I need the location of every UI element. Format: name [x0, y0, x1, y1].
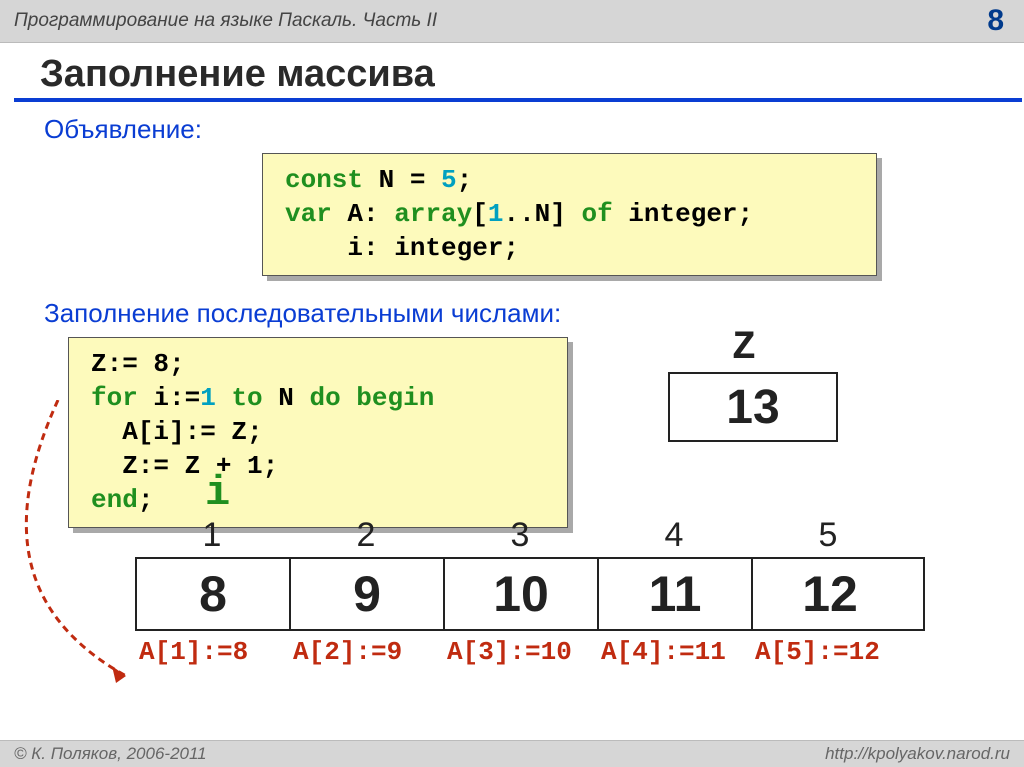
assign-4: A[4]:=11 [597, 637, 751, 667]
z-label: Z [732, 326, 756, 371]
header-title: Программирование на языке Паскаль. Часть… [14, 10, 437, 32]
footer-copyright: © К. Поляков, 2006-2011 [14, 744, 207, 764]
footer-url: http://kpolyakov.narod.ru [825, 744, 1010, 764]
val-5: 12 [753, 559, 907, 629]
idx-2: 2 [289, 516, 443, 555]
value-row: 8 9 10 11 12 [135, 557, 925, 631]
page-title: Заполнение массива [40, 53, 994, 96]
idx-5: 5 [751, 516, 905, 555]
val-4: 11 [599, 559, 753, 629]
assign-1: A[1]:=8 [135, 637, 289, 667]
z-value-box: 13 [668, 372, 838, 442]
header-bar: Программирование на языке Паскаль. Часть… [0, 0, 1024, 43]
footer-bar: © К. Поляков, 2006-2011 http://kpolyakov… [0, 740, 1024, 767]
code-declaration: const N = 5; var A: array[1..N] of integ… [262, 153, 877, 276]
idx-3: 3 [443, 516, 597, 555]
val-2: 9 [291, 559, 445, 629]
val-1: 8 [137, 559, 291, 629]
assign-5: A[5]:=12 [751, 637, 905, 667]
subtitle-declaration: Объявление: [44, 114, 994, 145]
title-underline [14, 98, 1022, 102]
content: Заполнение массива Объявление: const N =… [0, 43, 1024, 528]
assign-row: A[1]:=8 A[2]:=9 A[3]:=10 A[4]:=11 A[5]:=… [135, 637, 925, 667]
subtitle-fill: Заполнение последовательными числами: [44, 298, 994, 329]
val-3: 10 [445, 559, 599, 629]
index-row: 1 2 3 4 5 [135, 516, 925, 555]
idx-1: 1 [135, 516, 289, 555]
i-label: i [205, 469, 230, 517]
idx-4: 4 [597, 516, 751, 555]
assign-2: A[2]:=9 [289, 637, 443, 667]
code-fill: Z:= 8; for i:=1 to N do begin A[i]:= Z; … [68, 337, 568, 528]
page-number: 8 [987, 4, 1010, 38]
array-visual: 1 2 3 4 5 8 9 10 11 12 A[1]:=8 A[2]:=9 A… [135, 516, 925, 667]
assign-3: A[3]:=10 [443, 637, 597, 667]
